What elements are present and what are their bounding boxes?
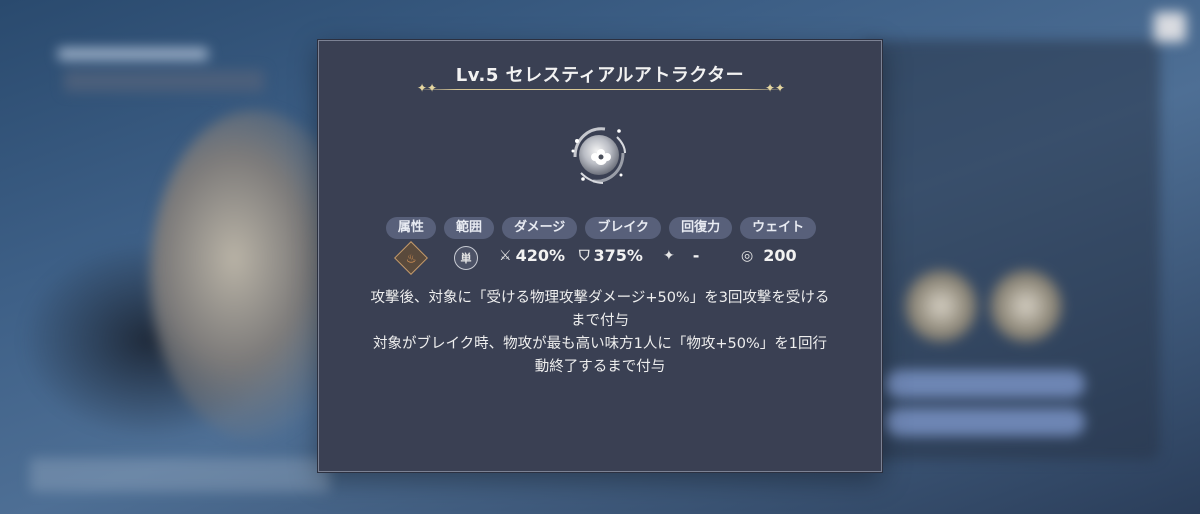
title-divider xyxy=(421,89,781,90)
single-target-icon: 単 xyxy=(454,246,478,270)
stat-label-damage: ダメージ xyxy=(501,217,578,239)
fire-attribute-icon: ♨ xyxy=(394,241,428,275)
wait-value-text: 200 xyxy=(763,246,797,265)
shield-break-icon: ⛉ xyxy=(579,247,590,264)
background-text xyxy=(30,458,330,492)
break-value: ⛉ 375% xyxy=(579,246,643,265)
background-name-plate xyxy=(64,70,264,92)
background-close-icon xyxy=(1154,12,1186,42)
description-line: 対象がブレイク時、物攻が最も高い味方1人に「物攻+50%」を1回行 xyxy=(372,336,828,352)
heal-value-text: - xyxy=(692,246,700,265)
attribute-value: ♨ xyxy=(394,241,428,275)
stat-label-range: 範囲 xyxy=(443,217,494,239)
sword-icon: ⚔ xyxy=(499,247,512,264)
stat-labels: 属性 範囲 ダメージ ブレイク 回復力 ウェイト xyxy=(385,217,817,239)
description-line: 攻撃後、対象に「受ける物理攻撃ダメージ+50%」を3回攻撃を受ける xyxy=(370,290,830,306)
celestial-orb-icon xyxy=(571,127,626,184)
description-line: 動終了するまで付与 xyxy=(534,359,666,375)
background-button xyxy=(885,370,1085,398)
damage-value-text: 420% xyxy=(515,246,565,265)
stat-label-wait: ウェイト xyxy=(740,217,817,239)
stat-label-break: ブレイク xyxy=(585,217,662,239)
stat-label-attribute: 属性 xyxy=(385,217,436,239)
skill-description: 攻撃後、対象に「受ける物理攻撃ダメージ+50%」を3回攻撃を受ける まで付与 対… xyxy=(349,287,851,379)
background-skill-circle xyxy=(905,270,977,342)
sparkle-right-icon: ✦✦ xyxy=(765,81,786,95)
wait-value: ◎ 200 xyxy=(741,246,797,265)
stat-values: ♨ 単 ⚔ 420% ⛉ 375% ✦ - ◎ 200 xyxy=(319,241,881,275)
skill-detail-dialog: Lv.5 セレスティアルアトラクター ✦✦ ✦✦ 属性 範囲 ダメージ ブレイク xyxy=(318,40,882,472)
sparkle-heal-icon: ✦ xyxy=(663,247,675,264)
wait-swirl-icon: ◎ xyxy=(741,247,754,264)
background-button xyxy=(885,408,1085,436)
sparkle-left-icon: ✦✦ xyxy=(417,81,438,95)
damage-value: ⚔ 420% xyxy=(499,246,565,265)
description-line: まで付与 xyxy=(571,313,629,329)
break-value-text: 375% xyxy=(593,246,643,265)
heal-value: ✦ - xyxy=(663,246,699,265)
skill-title: Lv.5 セレスティアルアトラクター xyxy=(455,65,745,86)
background-label xyxy=(58,48,208,60)
stat-label-heal: 回復力 xyxy=(669,217,733,239)
range-value: 単 xyxy=(454,246,478,270)
background-skill-circle xyxy=(990,270,1062,342)
